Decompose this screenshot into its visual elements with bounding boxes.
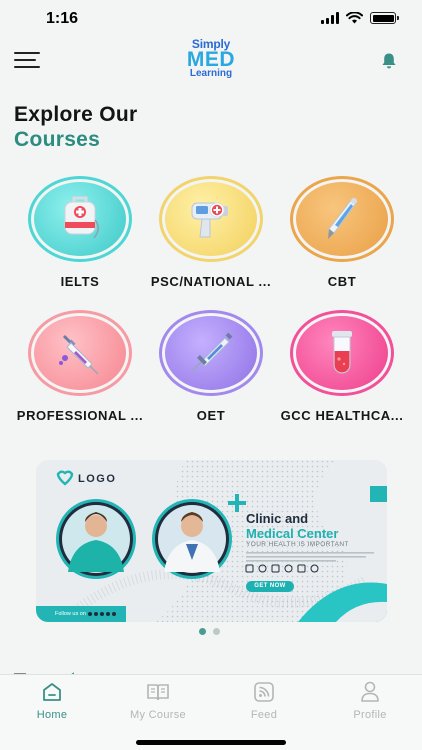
course-card-gcc-healthcare[interactable]: GCC HEALTHCA... bbox=[278, 310, 406, 423]
notification-bell-icon[interactable] bbox=[380, 52, 398, 70]
cellular-signal-icon bbox=[321, 12, 339, 24]
syringe-icon bbox=[59, 334, 99, 375]
status-time: 1:16 bbox=[46, 10, 79, 27]
thermometer-icon bbox=[328, 198, 357, 239]
page-title-line1: Explore Our bbox=[14, 103, 138, 126]
menu-icon-line bbox=[14, 52, 40, 54]
banner-title-line1: Clinic and bbox=[246, 511, 309, 526]
logo-line2: MED bbox=[186, 48, 236, 71]
menu-icon-line bbox=[14, 59, 36, 61]
course-label: PROFESSIONAL ... bbox=[16, 408, 144, 423]
course-icon-ring bbox=[28, 310, 132, 396]
menu-button[interactable] bbox=[14, 50, 40, 70]
course-label: OET bbox=[196, 408, 226, 423]
banner-cta-button[interactable]: GET NOW bbox=[246, 581, 294, 592]
book-icon bbox=[147, 684, 169, 701]
home-indicator[interactable] bbox=[136, 740, 286, 745]
course-label: GCC HEALTHCA... bbox=[280, 408, 404, 423]
course-icon-ring bbox=[159, 176, 263, 262]
carousel-dot[interactable] bbox=[199, 628, 206, 635]
tab-label: Home bbox=[36, 709, 68, 721]
injection-icon bbox=[191, 332, 233, 372]
banner-follow-text: Follow us on bbox=[55, 611, 86, 617]
status-icons bbox=[321, 12, 399, 24]
tab-home[interactable]: Home bbox=[7, 679, 97, 721]
course-label: PSC/NATIONAL ... bbox=[150, 274, 272, 289]
banner-tagline: YOUR HEALTH IS IMPORTANT bbox=[246, 541, 349, 548]
tab-label: My Course bbox=[130, 709, 186, 721]
banner-title-line2: Medical Center bbox=[246, 526, 339, 541]
home-icon bbox=[43, 683, 61, 701]
tab-profile[interactable]: Profile bbox=[325, 679, 415, 721]
tab-label: Profile bbox=[353, 709, 387, 721]
course-card-ielts[interactable]: IELTS bbox=[16, 176, 144, 289]
first-aid-bag-icon bbox=[64, 196, 100, 239]
course-card-professional[interactable]: PROFESSIONAL ... bbox=[16, 310, 144, 423]
status-bar: 1:16 bbox=[0, 0, 422, 40]
course-label: CBT bbox=[327, 274, 357, 289]
promo-banner[interactable]: LOGO Clinic and Medical Center YOUR HEAL… bbox=[36, 460, 387, 622]
course-icon-ring bbox=[28, 176, 132, 262]
carousel-dot[interactable] bbox=[213, 628, 220, 635]
carousel-indicator bbox=[199, 628, 220, 635]
page-title-line2: Courses bbox=[14, 128, 101, 151]
menu-icon-line bbox=[14, 66, 40, 68]
course-icon-ring bbox=[290, 176, 394, 262]
tab-feed[interactable]: Feed bbox=[219, 679, 309, 721]
tab-my-course[interactable]: My Course bbox=[113, 679, 203, 721]
battery-icon bbox=[370, 12, 399, 24]
course-icon-ring bbox=[159, 310, 263, 396]
app-logo: Simply MED Learning bbox=[180, 38, 242, 79]
banner-logo-text: LOGO bbox=[78, 473, 117, 485]
test-tube-icon bbox=[332, 331, 352, 374]
course-label: IELTS bbox=[60, 274, 100, 289]
thermometer-gun-icon bbox=[191, 202, 228, 238]
course-card-oet[interactable]: OET bbox=[147, 310, 275, 423]
tab-label: Feed bbox=[250, 709, 278, 721]
course-card-cbt[interactable]: CBT bbox=[278, 176, 406, 289]
wifi-icon bbox=[346, 12, 363, 24]
course-icon-ring bbox=[290, 310, 394, 396]
rss-icon bbox=[254, 682, 274, 702]
bottom-tab-bar: Home My Course Feed Profile bbox=[0, 674, 422, 750]
course-card-psc-national[interactable]: PSC/NATIONAL ... bbox=[147, 176, 275, 289]
person-icon bbox=[361, 681, 379, 702]
